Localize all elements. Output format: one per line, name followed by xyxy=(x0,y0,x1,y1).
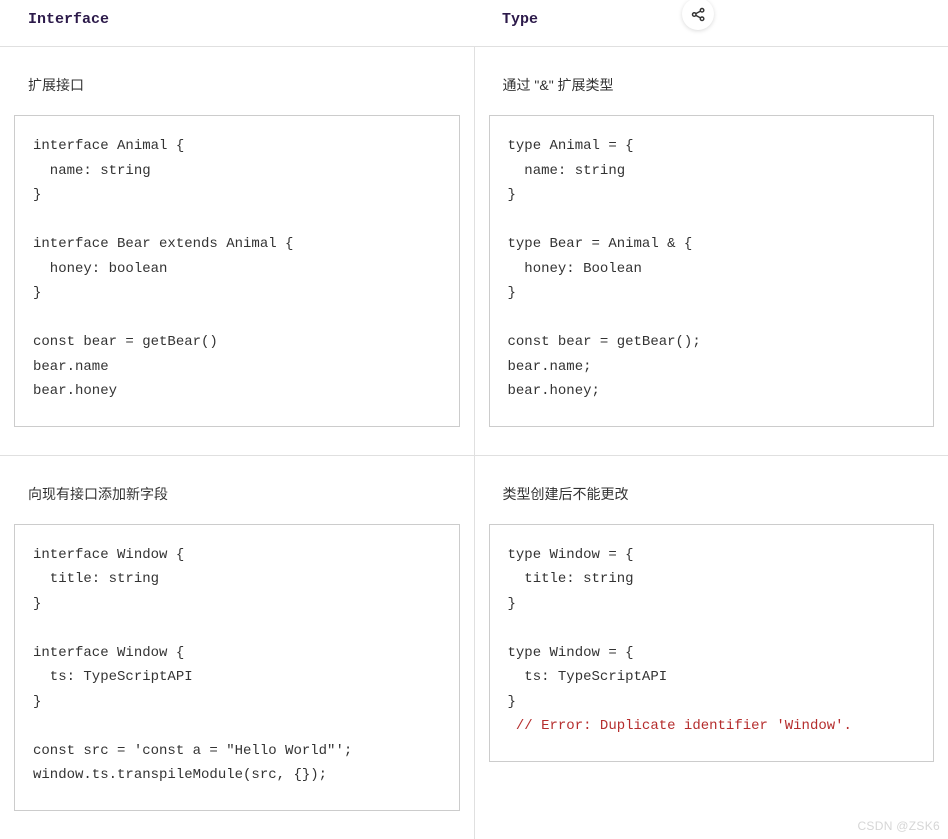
cell-augment-type: 类型创建后不能更改 type Window = { title: string … xyxy=(474,456,948,839)
code-box-extend-type: type Animal = { name: string } type Bear… xyxy=(489,115,935,427)
header-interface: Interface xyxy=(0,0,474,47)
header-right-text: Type xyxy=(502,11,538,28)
code-extend-interface: interface Animal { name: string } interf… xyxy=(33,134,459,404)
title-augment-type: 类型创建后不能更改 xyxy=(503,484,935,504)
cell-extend-type: 通过 "&" 扩展类型 type Animal = { name: string… xyxy=(474,47,948,456)
code-augment-interface: interface Window { title: string } inter… xyxy=(33,543,459,788)
code-box-augment-type: type Window = { title: string } type Win… xyxy=(489,524,935,762)
code-box-extend-interface: interface Animal { name: string } interf… xyxy=(14,115,460,427)
watermark: CSDN @ZSK6 xyxy=(857,819,940,833)
code-extend-type: type Animal = { name: string } type Bear… xyxy=(508,134,934,404)
code-box-augment-interface: interface Window { title: string } inter… xyxy=(14,524,460,811)
header-left-text: Interface xyxy=(28,11,109,28)
code-augment-type: type Window = { title: string } type Win… xyxy=(508,543,934,715)
title-extend-type: 通过 "&" 扩展类型 xyxy=(503,75,935,95)
code-error-message: // Error: Duplicate identifier 'Window'. xyxy=(508,714,934,739)
comparison-table: Interface Type 扩展接口 interface Animal { n… xyxy=(0,0,948,839)
row-augment: 向现有接口添加新字段 interface Window { title: str… xyxy=(0,456,948,839)
row-extend: 扩展接口 interface Animal { name: string } i… xyxy=(0,47,948,456)
cell-augment-interface: 向现有接口添加新字段 interface Window { title: str… xyxy=(0,456,474,839)
title-augment-interface: 向现有接口添加新字段 xyxy=(28,484,460,504)
cell-extend-interface: 扩展接口 interface Animal { name: string } i… xyxy=(0,47,474,456)
header-row: Interface Type xyxy=(0,0,948,47)
title-extend-interface: 扩展接口 xyxy=(28,75,460,95)
